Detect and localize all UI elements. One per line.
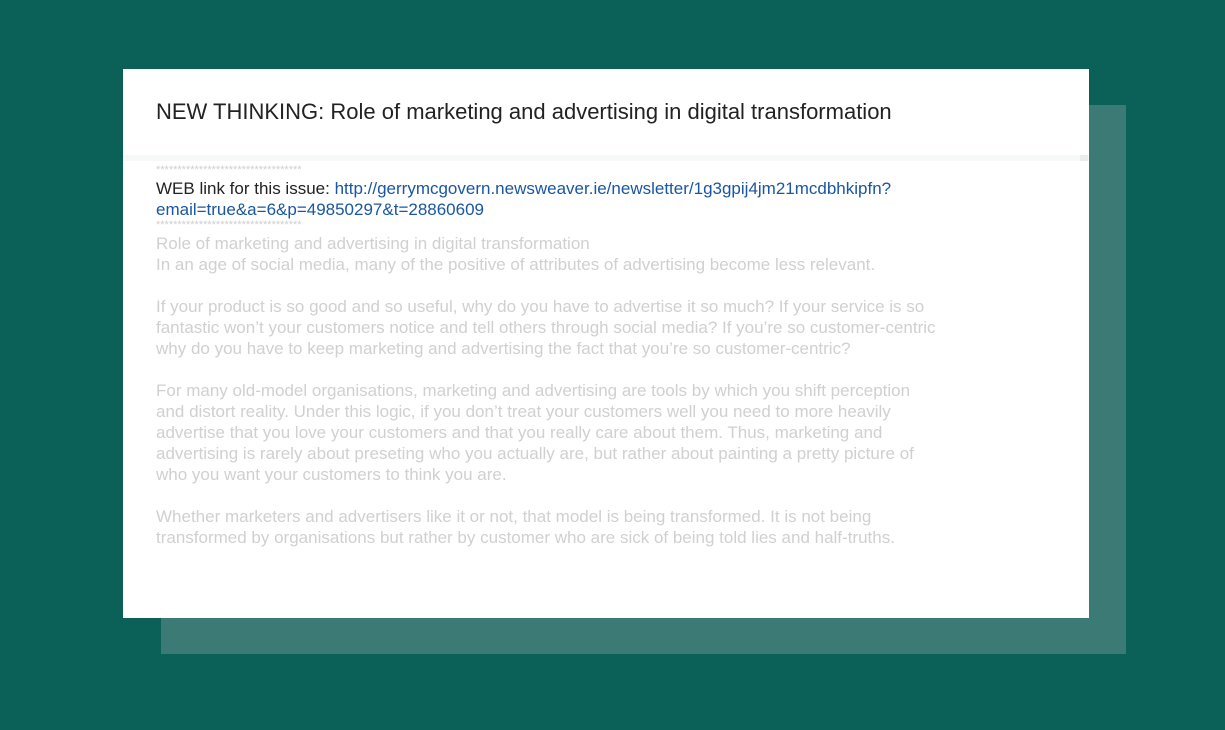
paragraph-line: For many old-model organisations, market… [156,381,911,400]
paragraph-line: transformed by organisations but rather … [156,528,895,547]
header-divider [123,155,1089,161]
paragraph-line: Whether marketers and advertisers like i… [156,507,872,526]
paragraph-line: who you want your customers to think you… [156,465,507,484]
article-intro: In an age of social media, many of the p… [156,255,876,274]
web-link-text-2: email=true&a=6&p=49850297&t=28860609 [156,200,485,219]
article-paragraph-1: If your product is so good and so useful… [156,296,996,359]
web-link-label: WEB link for this issue: [156,179,335,198]
email-subject: NEW THINKING: Role of marketing and adve… [156,99,892,124]
paragraph-line: and distort reality. Under this logic, i… [156,402,891,421]
scrollbar-thumb[interactable] [1080,155,1088,161]
paragraph-line: If your product is so good and so useful… [156,297,925,316]
email-header: NEW THINKING: Role of marketing and adve… [123,69,1089,155]
article-title: Role of marketing and advertising in dig… [156,234,590,253]
web-link-text-1: http://gerrymcgovern.newsweaver.ie/newsl… [334,179,892,198]
article-intro-block: Role of marketing and advertising in dig… [156,233,996,275]
article-paragraph-3: Whether marketers and advertisers like i… [156,506,996,548]
paragraph-line: why do you have to keep marketing and ad… [156,339,851,358]
email-body: ********************************** WEB l… [156,165,996,569]
separator-bottom: ********************************** [156,219,302,231]
separator-top: ********************************** [156,164,302,176]
web-link-line: WEB link for this issue: http://gerrymcg… [156,178,996,220]
paragraph-line: advertise that you love your customers a… [156,423,883,442]
article-paragraph-2: For many old-model organisations, market… [156,380,996,485]
email-preview-card: NEW THINKING: Role of marketing and adve… [123,69,1089,618]
paragraph-line: advertising is rarely about preseting wh… [156,444,914,463]
paragraph-line: fantastic won’t your customers notice an… [156,318,936,337]
